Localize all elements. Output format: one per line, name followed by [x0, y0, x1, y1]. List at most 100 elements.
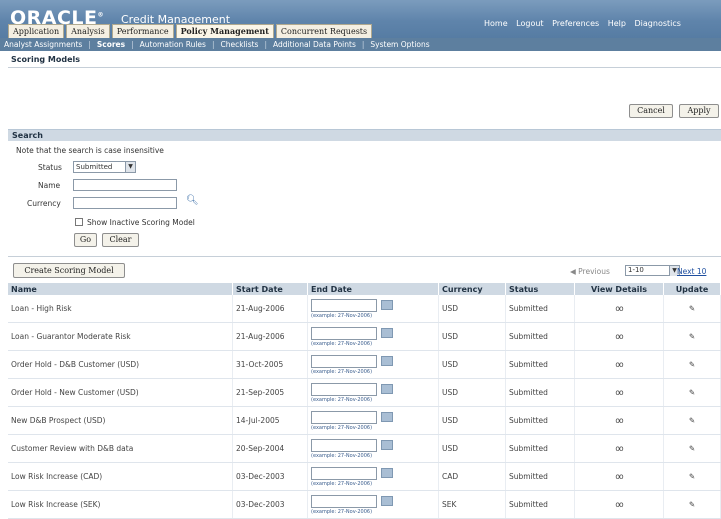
row-status: Submitted — [505, 378, 575, 407]
row-end-date-cell: (example: 27-Nov-2006) — [307, 350, 439, 379]
create-scoring-model-button[interactable]: Create Scoring Model — [13, 263, 125, 278]
column-header-name[interactable]: Name — [8, 283, 233, 295]
row-name: Order Hold - New Customer (USD) — [8, 378, 233, 407]
tab-analysis[interactable]: Analysis — [66, 24, 110, 38]
table-row: New D&B Prospect (USD) 14-Jul-2005 (exampl… — [8, 406, 721, 435]
pager-range-value: 1-10 — [628, 266, 644, 274]
row-status: Submitted — [505, 322, 575, 351]
calendar-icon[interactable] — [381, 467, 393, 478]
column-header-status[interactable]: Status — [505, 283, 575, 295]
diagnostics-link[interactable]: Diagnostics — [635, 19, 681, 28]
update-pencil-icon[interactable]: ✎ — [663, 322, 721, 351]
end-date-input[interactable] — [311, 438, 377, 452]
home-link[interactable]: Home — [484, 19, 508, 28]
name-input[interactable] — [73, 179, 177, 191]
tab-application[interactable]: Application — [8, 24, 65, 38]
cancel-button[interactable]: Cancel — [629, 104, 673, 118]
end-date-input[interactable] — [311, 494, 377, 508]
subtab-automation-rules[interactable]: Automation Rules — [140, 40, 206, 49]
row-currency: USD — [438, 322, 506, 351]
view-details-icon[interactable]: oo — [574, 434, 664, 463]
update-pencil-icon[interactable]: ✎ — [663, 406, 721, 435]
row-name: Loan - Guarantor Moderate Risk — [8, 322, 233, 351]
update-pencil-icon[interactable]: ✎ — [663, 462, 721, 491]
table-row: Low Risk Increase (CAD) 03-Dec-2003 (examp… — [8, 462, 721, 491]
row-currency: USD — [438, 378, 506, 407]
update-pencil-icon[interactable]: ✎ — [663, 490, 721, 519]
row-end-date-cell: (example: 27-Nov-2006) — [307, 378, 439, 407]
row-status: Submitted — [505, 434, 575, 463]
clear-button[interactable]: Clear — [102, 233, 139, 247]
subtab-analyst-assignments[interactable]: Analyst Assignments — [4, 40, 82, 49]
calendar-icon[interactable] — [381, 327, 393, 338]
row-start-date: 03-Dec-2003 — [232, 490, 308, 519]
search-header: Search — [8, 129, 721, 141]
calendar-icon[interactable] — [381, 299, 393, 310]
row-currency: SEK — [438, 490, 506, 519]
update-pencil-icon[interactable]: ✎ — [663, 434, 721, 463]
status-label: Status — [38, 163, 62, 172]
pager-next[interactable]: Next 10 — [677, 267, 706, 276]
end-date-input[interactable] — [311, 410, 377, 424]
subtab-separator: | — [88, 40, 91, 49]
main-tabs: Application Analysis Performance Policy … — [8, 24, 374, 38]
row-currency: USD — [438, 434, 506, 463]
end-date-input[interactable] — [311, 326, 377, 340]
go-button[interactable]: Go — [74, 233, 97, 247]
subtab-checklists[interactable]: Checklists — [220, 40, 258, 49]
calendar-icon[interactable] — [381, 383, 393, 394]
calendar-icon[interactable] — [381, 439, 393, 450]
row-end-date-cell: (example: 27-Nov-2006) — [307, 406, 439, 435]
end-date-input[interactable] — [311, 466, 377, 480]
subtab-separator: | — [361, 40, 365, 49]
tab-policy-management[interactable]: Policy Management — [175, 24, 274, 38]
global-links: Home Logout Preferences Help Diagnostics — [484, 19, 687, 28]
end-date-input[interactable] — [311, 298, 377, 312]
update-pencil-icon[interactable]: ✎ — [663, 378, 721, 407]
view-details-icon[interactable]: oo — [574, 406, 664, 435]
view-details-icon[interactable]: oo — [574, 490, 664, 519]
view-details-icon[interactable]: oo — [574, 378, 664, 407]
subtab-system-options[interactable]: System Options — [370, 40, 429, 49]
tab-performance[interactable]: Performance — [111, 24, 174, 38]
subtab-separator: | — [264, 40, 267, 49]
update-pencil-icon[interactable]: ✎ — [663, 295, 721, 323]
row-start-date: 03-Dec-2003 — [232, 462, 308, 491]
row-name: Low Risk Increase (CAD) — [8, 462, 233, 491]
row-name: Low Risk Increase (SEK) — [8, 490, 233, 519]
row-currency: CAD — [438, 462, 506, 491]
end-date-input[interactable] — [311, 382, 377, 396]
row-name: Order Hold - D&B Customer (USD) — [8, 350, 233, 379]
apply-button[interactable]: Apply — [679, 104, 719, 118]
status-select[interactable]: Submitted ▼ — [73, 161, 136, 173]
column-header-currency[interactable]: Currency — [438, 283, 506, 295]
view-details-icon[interactable]: oo — [574, 322, 664, 351]
calendar-icon[interactable] — [381, 495, 393, 506]
view-details-icon[interactable]: oo — [574, 295, 664, 323]
date-example-hint: (example: 27-Nov-2006) — [311, 396, 373, 403]
subtab-additional-data-points[interactable]: Additional Data Points — [273, 40, 356, 49]
date-example-hint: (example: 27-Nov-2006) — [311, 452, 373, 459]
update-pencil-icon[interactable]: ✎ — [663, 350, 721, 379]
name-label: Name — [38, 181, 61, 190]
subtab-bar: Analyst Assignments | Scores | Automation Ru… — [0, 38, 721, 51]
calendar-icon[interactable] — [381, 355, 393, 366]
pager-range-select[interactable]: 1-10 ▼ — [625, 265, 680, 276]
show-inactive-checkbox[interactable] — [75, 218, 83, 226]
row-start-date: 21-Aug-2006 — [232, 295, 308, 323]
subtab-scores[interactable]: Scores — [97, 40, 125, 49]
currency-input[interactable] — [73, 197, 177, 209]
search-icon[interactable]: 🔍︎ — [186, 195, 199, 206]
column-header-view-details: View Details — [574, 283, 664, 295]
calendar-icon[interactable] — [381, 411, 393, 422]
view-details-icon[interactable]: oo — [574, 462, 664, 491]
help-link[interactable]: Help — [608, 19, 626, 28]
date-example-hint: (example: 27-Nov-2006) — [311, 368, 373, 375]
view-details-icon[interactable]: oo — [574, 350, 664, 379]
column-header-start-date[interactable]: Start Date — [232, 283, 308, 295]
status-select-value: Submitted — [76, 163, 113, 171]
preferences-link[interactable]: Preferences — [552, 19, 599, 28]
logout-link[interactable]: Logout — [516, 19, 543, 28]
end-date-input[interactable] — [311, 354, 377, 368]
tab-concurrent-requests[interactable]: Concurrent Requests — [275, 24, 373, 38]
